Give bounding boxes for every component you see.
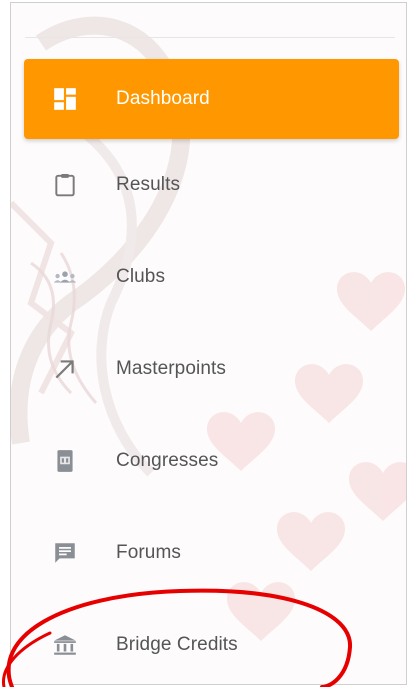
screenshot-frame: Dashboard Results Clubs Masterpoints Con… — [0, 0, 419, 687]
bank-icon — [52, 632, 78, 658]
dashboard-icon — [52, 86, 78, 112]
sidebar-nav: Dashboard Results Clubs Masterpoints Con… — [24, 59, 399, 684]
clipboard-icon — [52, 172, 78, 198]
sidebar-item-clubs[interactable]: Clubs — [24, 231, 399, 323]
sidebar-item-congresses[interactable]: Congresses — [24, 415, 399, 507]
sidebar-item-dashboard[interactable]: Dashboard — [24, 59, 399, 139]
sidebar-item-label: Congresses — [116, 450, 219, 471]
sidebar-item-label: Masterpoints — [116, 358, 226, 379]
forum-icon — [52, 540, 78, 566]
sidebar: Dashboard Results Clubs Masterpoints Con… — [10, 2, 407, 685]
sidebar-item-results[interactable]: Results — [24, 139, 399, 231]
sidebar-item-label: Forums — [116, 542, 181, 563]
sidebar-item-label: Dashboard — [116, 88, 210, 109]
sidebar-item-bridge-credits[interactable]: Bridge Credits — [24, 599, 399, 684]
top-divider — [25, 37, 395, 38]
sidebar-item-forums[interactable]: Forums — [24, 507, 399, 599]
people-icon — [52, 264, 78, 290]
sidebar-item-label: Bridge Credits — [116, 634, 238, 655]
sidebar-item-label: Results — [116, 174, 181, 195]
sidebar-item-label: Clubs — [116, 266, 166, 287]
arrow-up-right-icon — [52, 356, 78, 382]
sidebar-item-masterpoints[interactable]: Masterpoints — [24, 323, 399, 415]
calendar-icon — [52, 448, 78, 474]
